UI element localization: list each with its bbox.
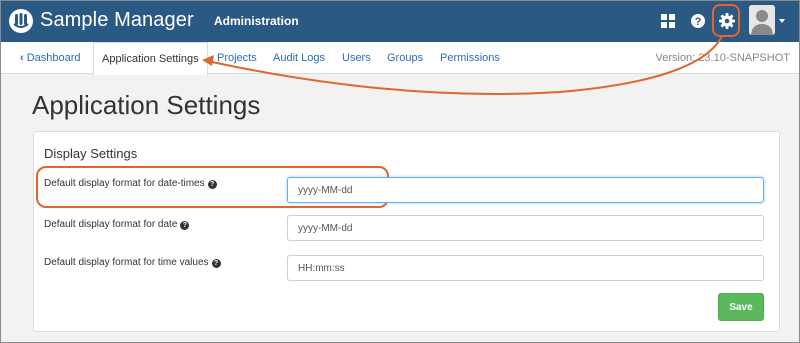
grid-icon[interactable] (661, 14, 675, 28)
version-label: Version: 23.10-SNAPSHOT (655, 52, 790, 64)
user-avatar-icon[interactable] (749, 5, 775, 35)
sub-navigation: ‹ Dashboard Application Settings Project… (0, 42, 800, 75)
gear-icon[interactable] (718, 12, 736, 30)
tab-projects[interactable]: Projects (217, 52, 257, 64)
dashboard-link-label: Dashboard (26, 52, 81, 64)
time-format-input[interactable] (287, 255, 764, 281)
tab-permissions[interactable]: Permissions (440, 52, 500, 64)
chevron-down-icon[interactable] (779, 19, 785, 23)
tab-groups[interactable]: Groups (387, 52, 423, 64)
datetime-format-label-text: Default display format for date-times (44, 178, 205, 189)
tab-application-settings-label: Application Settings (102, 53, 199, 65)
date-format-label: Default display format for date? (44, 219, 190, 230)
top-navbar: Sample Manager Administration ? (0, 0, 800, 42)
app-name[interactable]: Sample Manager (40, 9, 194, 32)
tab-audit-logs[interactable]: Audit Logs (273, 52, 325, 64)
app-logo-icon[interactable] (8, 8, 34, 34)
help-icon[interactable]: ? (690, 13, 706, 29)
save-button[interactable]: Save (718, 293, 764, 321)
question-circle-icon[interactable]: ? (180, 221, 190, 230)
tab-users[interactable]: Users (342, 52, 371, 64)
time-format-label: Default display format for time values? (44, 257, 221, 268)
tab-application-settings[interactable]: Application Settings (93, 42, 208, 75)
svg-text:?: ? (695, 16, 702, 28)
chevron-left-icon: ‹ (20, 52, 24, 64)
time-format-label-text: Default display format for time values (44, 257, 209, 268)
page-title: Application Settings (32, 90, 261, 120)
date-format-label-text: Default display format for date (44, 219, 178, 230)
date-format-input[interactable] (287, 215, 764, 241)
panel-heading: Display Settings (44, 146, 138, 161)
dashboard-link[interactable]: ‹ Dashboard (20, 52, 81, 64)
datetime-format-label: Default display format for date-times? (44, 178, 217, 189)
question-circle-icon[interactable]: ? (211, 259, 221, 268)
section-name: Administration (214, 14, 299, 28)
question-circle-icon[interactable]: ? (207, 180, 217, 189)
datetime-format-input[interactable] (287, 177, 764, 203)
